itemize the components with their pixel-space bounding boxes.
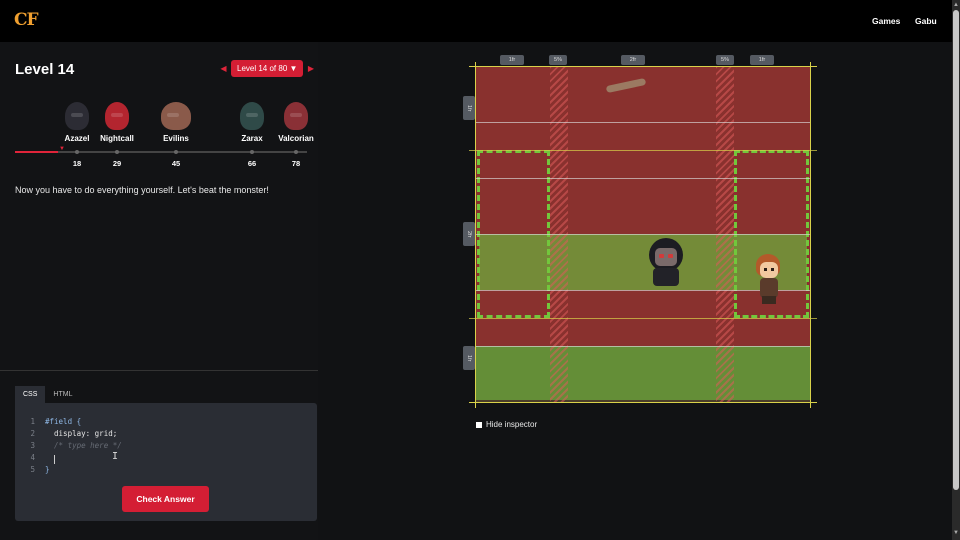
level-selector: ◀ Level 14 of 80 ▼ ▶ <box>218 60 316 77</box>
level-dropdown[interactable]: Level 14 of 80 ▼ <box>231 60 304 77</box>
milestone-dot <box>115 150 119 154</box>
nav-user-link[interactable]: Gabu <box>915 16 937 26</box>
milestone-level: 78 <box>291 159 301 168</box>
milestone-dot <box>75 150 79 154</box>
next-level-icon[interactable]: ▶ <box>305 64 316 73</box>
line-number: 1 <box>30 417 35 426</box>
code-comment: /* type here */ <box>45 441 122 450</box>
level-progress-fill <box>15 151 58 153</box>
row-track-label: 1fr <box>463 96 475 120</box>
column-track-label: 1fr <box>500 55 524 65</box>
column-track-label: 2fr <box>621 55 645 65</box>
column-track-label: 5% <box>549 55 567 65</box>
milestone-dot <box>294 150 298 154</box>
text-cursor-icon: I <box>112 451 119 462</box>
grid-field <box>476 66 810 402</box>
page-scrollbar[interactable]: ▲ ▼ <box>952 0 960 540</box>
editor-tabs: CSS HTML <box>15 386 80 403</box>
milestone-level: 29 <box>112 159 122 168</box>
boss-zarax[interactable]: Zarax <box>227 102 277 143</box>
panel-divider <box>0 370 318 371</box>
boss-name: Nightcall <box>100 134 134 143</box>
scroll-up-icon[interactable]: ▲ <box>953 2 959 8</box>
line-number: 5 <box>30 465 35 474</box>
azazel-avatar <box>65 102 89 130</box>
app-logo[interactable]: CF <box>14 10 39 30</box>
boss-valcorian[interactable]: Valcorian <box>271 102 321 143</box>
chevron-down-icon: ▼ <box>289 64 298 73</box>
hide-inspector-label: Hide inspector <box>486 420 538 429</box>
check-answer-button[interactable]: Check Answer <box>122 486 209 512</box>
milestone-dot <box>174 150 178 154</box>
level-title: Level 14 <box>15 61 75 78</box>
boss-nightcall[interactable]: Nightcall <box>92 102 142 143</box>
field-zone-green <box>476 346 810 400</box>
tab-html[interactable]: HTML <box>45 386 80 403</box>
top-bar: CF Games Gabu <box>0 0 952 42</box>
milestone-level: 66 <box>247 159 257 168</box>
line-number: 2 <box>30 429 35 438</box>
milestone-level: 18 <box>72 159 82 168</box>
scroll-thumb[interactable] <box>953 10 959 490</box>
row-line <box>476 178 810 179</box>
code-text: } <box>45 465 50 474</box>
level-instructions: Now you have to do everything yourself. … <box>15 185 269 195</box>
row-line <box>476 290 810 291</box>
css-editor[interactable]: 1 #field { 2 display: grid; 3 /* type he… <box>15 403 317 521</box>
column-track-label: 1fr <box>750 55 774 65</box>
milestone-level: 45 <box>171 159 181 168</box>
boss-progress: Azazel Nightcall Evilins Zarax Valcorian <box>0 102 318 178</box>
boss-name: Zarax <box>241 134 263 143</box>
current-level-marker-icon: ▼ <box>59 146 65 152</box>
row-line <box>476 234 810 235</box>
scroll-down-icon[interactable]: ▼ <box>953 530 959 536</box>
grid-guide-horizontal <box>469 402 817 403</box>
valcorian-avatar <box>284 102 308 130</box>
boss-name: Evilins <box>163 134 189 143</box>
nightcall-avatar <box>105 102 129 130</box>
level-dropdown-label: Level 14 of 80 <box>237 64 288 73</box>
logo-text: CF <box>14 10 39 30</box>
row-line <box>476 346 810 347</box>
milestone-dot <box>250 150 254 154</box>
boss-evilins[interactable]: Evilins <box>151 102 201 143</box>
evilins-avatar <box>161 102 191 130</box>
grid-guide-vertical <box>810 62 811 408</box>
row-track-label: 2fr <box>463 222 475 246</box>
zarax-avatar <box>240 102 264 130</box>
row-track-label: 1fr <box>463 346 475 370</box>
hide-inspector-checkbox[interactable] <box>476 421 482 428</box>
prev-level-icon[interactable]: ◀ <box>218 64 229 73</box>
line-number: 3 <box>30 441 35 450</box>
code-text: display: grid; <box>45 429 118 438</box>
row-line <box>476 122 810 123</box>
text-caret <box>54 455 55 464</box>
hide-inspector-toggle[interactable]: Hide inspector <box>476 420 537 429</box>
nav-games-link[interactable]: Games <box>872 16 900 26</box>
line-number: 4 <box>30 453 35 462</box>
column-track-label: 5% <box>716 55 734 65</box>
tab-css[interactable]: CSS <box>15 386 46 403</box>
code-text: #field { <box>45 417 82 426</box>
boss-name: Valcorian <box>278 134 314 143</box>
